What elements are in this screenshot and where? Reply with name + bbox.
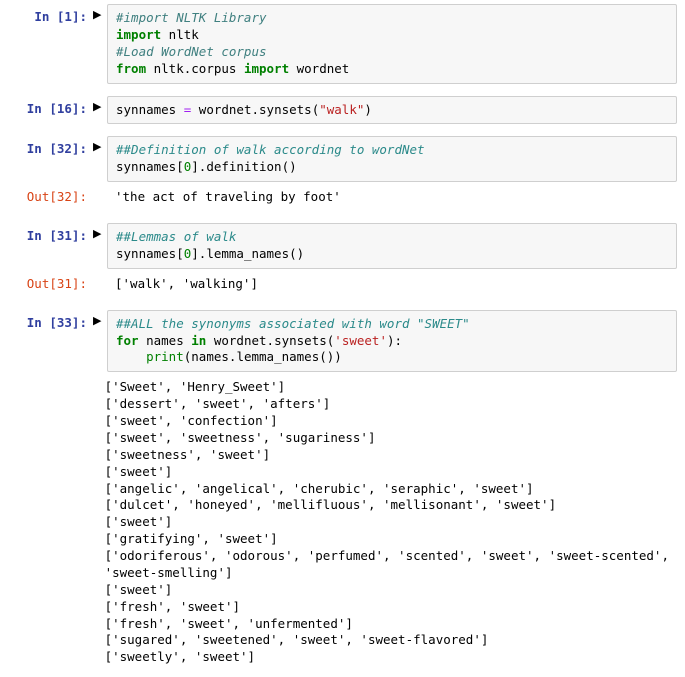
run-icon[interactable]: ▶: [93, 310, 107, 327]
cell-output: ['walk', 'walking']: [107, 271, 677, 298]
code-cell: In [16]: ▶ synnames = wordnet.synsets("w…: [8, 96, 677, 125]
input-prompt: In [1]:: [8, 4, 93, 26]
output-cell: ['Sweet', 'Henry_Sweet'] ['dessert', 'sw…: [8, 374, 677, 671]
input-prompt: In [32]:: [8, 136, 93, 158]
input-prompt: In [16]:: [8, 96, 93, 118]
output-prompt: Out[31]:: [8, 271, 93, 293]
run-icon[interactable]: ▶: [93, 4, 107, 21]
run-icon[interactable]: ▶: [93, 96, 107, 113]
cell-output: 'the act of traveling by foot': [107, 184, 677, 211]
code-input[interactable]: #import NLTK Library import nltk #Load W…: [107, 4, 677, 84]
output-prompt-empty: [8, 374, 93, 379]
code-input[interactable]: ##Definition of walk according to wordNe…: [107, 136, 677, 182]
output-cell: Out[32]: 'the act of traveling by foot': [8, 184, 677, 211]
code-cell: In [1]: ▶ #import NLTK Library import nl…: [8, 4, 677, 84]
cell-stream-output: ['Sweet', 'Henry_Sweet'] ['dessert', 'sw…: [97, 374, 677, 671]
code-cell: In [33]: ▶ ##ALL the synonyms associated…: [8, 310, 677, 373]
code-cell: In [31]: ▶ ##Lemmas of walk synnames[0].…: [8, 223, 677, 269]
input-prompt: In [33]:: [8, 310, 93, 332]
code-input[interactable]: synnames = wordnet.synsets("walk"): [107, 96, 677, 125]
run-icon[interactable]: ▶: [93, 136, 107, 153]
output-spacer: [93, 184, 107, 190]
code-input[interactable]: ##Lemmas of walk synnames[0].lemma_names…: [107, 223, 677, 269]
input-prompt: In [31]:: [8, 223, 93, 245]
code-cell: In [32]: ▶ ##Definition of walk accordin…: [8, 136, 677, 182]
run-icon[interactable]: ▶: [93, 223, 107, 240]
output-prompt: Out[32]:: [8, 184, 93, 206]
output-spacer: [93, 271, 107, 277]
code-input[interactable]: ##ALL the synonyms associated with word …: [107, 310, 677, 373]
output-cell: Out[31]: ['walk', 'walking']: [8, 271, 677, 298]
